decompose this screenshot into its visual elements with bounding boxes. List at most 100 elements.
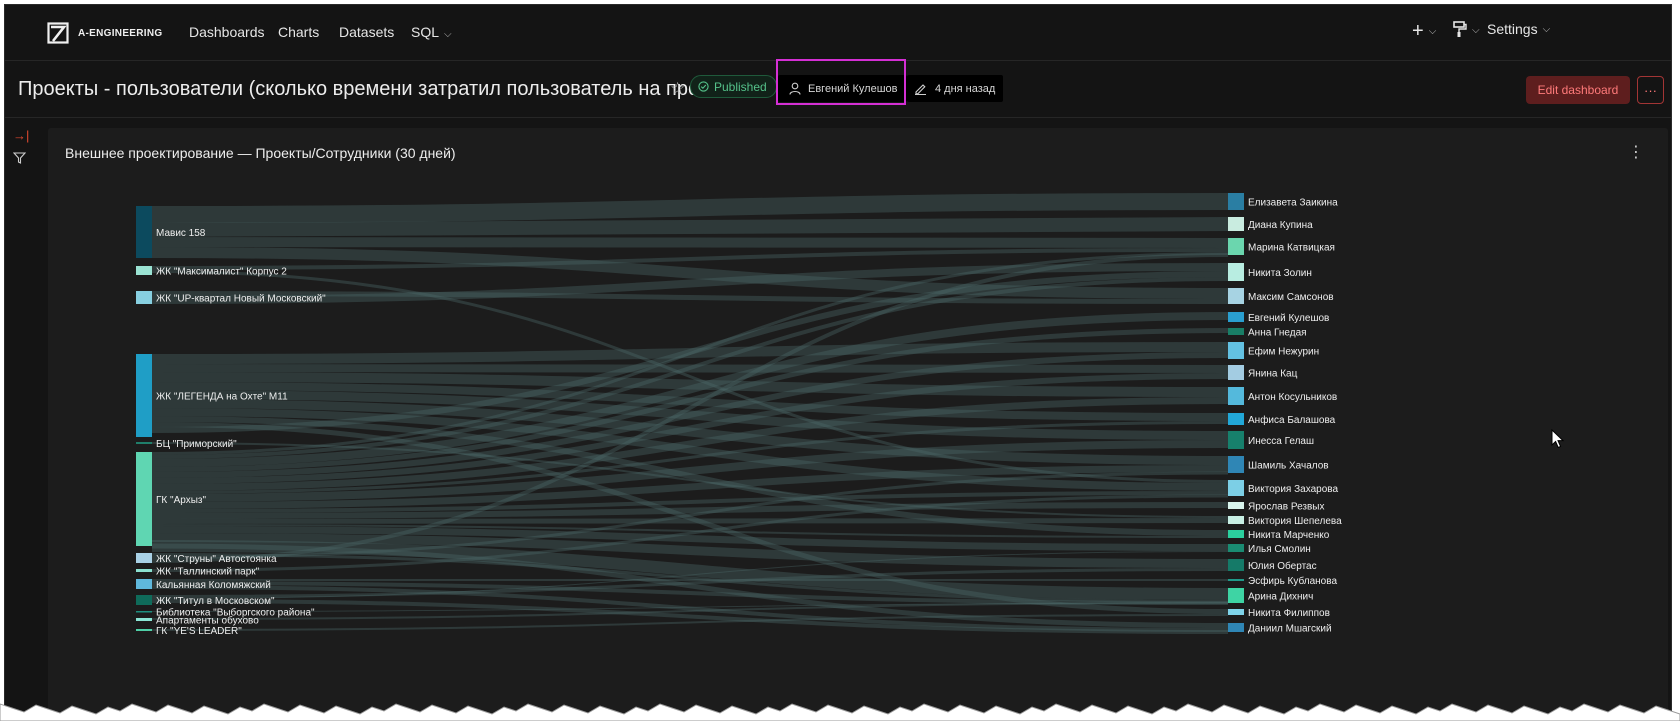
- source-label: БЦ "Приморский": [156, 439, 237, 450]
- target-label: Никита Филиппов: [1248, 608, 1330, 619]
- source-label: ЖК "UP-квартал Новый Московский": [156, 294, 326, 305]
- source-node[interactable]: [136, 291, 152, 304]
- plus-icon: +: [1412, 20, 1424, 42]
- source-node[interactable]: [136, 629, 152, 631]
- sankey-chart: Мавис 158 ЖК "Максималист" Корпус 2 ЖК "UP…: [136, 193, 1342, 637]
- target-node[interactable]: [1228, 312, 1244, 322]
- target-label: Марина Катвицкая: [1248, 243, 1335, 254]
- chevron-down-icon: ⌵: [1472, 25, 1480, 36]
- owner-name: Евгений Кулешов: [808, 82, 898, 95]
- source-node[interactable]: [136, 452, 152, 546]
- check-circle-icon: [698, 81, 709, 92]
- settings-label: Settings: [1487, 21, 1538, 37]
- nav-sql[interactable]: SQL ⌵: [411, 24, 452, 40]
- source-node[interactable]: [136, 611, 152, 613]
- target-node[interactable]: [1228, 263, 1244, 281]
- paint-roller-icon: [1453, 21, 1467, 40]
- top-navbar: A-ENGINEERING Dashboards Charts Datasets…: [5, 5, 1671, 61]
- target-label: Ярослав Резвых: [1248, 502, 1325, 513]
- source-label: Апартаменты обухово: [156, 615, 259, 627]
- target-label: Анна Гнедая: [1248, 328, 1307, 339]
- target-node[interactable]: [1228, 579, 1244, 581]
- target-node[interactable]: [1228, 288, 1244, 304]
- source-label: ГК "YE'S LEADER": [156, 626, 242, 637]
- source-node[interactable]: [136, 266, 152, 275]
- status-label: Published: [714, 79, 767, 94]
- chevron-down-icon: ⌵: [444, 29, 452, 40]
- source-node[interactable]: [136, 595, 152, 605]
- target-label: Евгений Кулешов: [1248, 313, 1329, 324]
- source-node[interactable]: [136, 354, 152, 437]
- nav-datasets[interactable]: Datasets: [339, 24, 394, 40]
- source-node[interactable]: [136, 442, 152, 444]
- source-label: ЖК "ЛЕГЕНДА на Охте" М11: [156, 392, 288, 403]
- target-node[interactable]: [1228, 413, 1244, 425]
- sankey-link: [151, 217, 1229, 237]
- theme-menu[interactable]: ⌵: [1453, 21, 1480, 40]
- chevron-down-icon: ⌵: [1428, 25, 1437, 37]
- source-label: ЖК "Струны" Автостоянка: [156, 554, 277, 565]
- target-node[interactable]: [1228, 456, 1244, 473]
- target-node[interactable]: [1228, 530, 1244, 538]
- source-label: Мавис 158: [156, 228, 206, 239]
- source-label: ЖК "Титул в Московском": [156, 596, 275, 607]
- target-label: Инесса Гелаш: [1248, 436, 1314, 447]
- source-label: Кальянная Коломяжский: [156, 580, 271, 591]
- source-node[interactable]: [136, 206, 152, 258]
- target-node[interactable]: [1228, 193, 1244, 210]
- nav-charts[interactable]: Charts: [278, 24, 319, 40]
- app-window: A-ENGINEERING Dashboards Charts Datasets…: [4, 4, 1672, 714]
- target-label: Диана Купина: [1248, 220, 1313, 231]
- target-node[interactable]: [1228, 623, 1244, 632]
- torn-edge: [0, 703, 1680, 721]
- edit-dashboard-button[interactable]: Edit dashboard: [1526, 76, 1630, 104]
- target-label: Анфиса Балашова: [1248, 414, 1336, 426]
- settings-menu[interactable]: Settings ⌵: [1487, 21, 1550, 37]
- modified-chip[interactable]: 4 дня назад: [907, 75, 1003, 102]
- target-label: Антон Косульников: [1248, 392, 1337, 403]
- chevron-down-icon: ⌵: [1542, 23, 1551, 35]
- sankey-link: [151, 193, 1229, 223]
- expand-filters-icon[interactable]: →|: [13, 128, 29, 143]
- logo-icon: [47, 22, 69, 44]
- star-icon[interactable]: ☆: [670, 79, 685, 99]
- target-label: Максим Самсонов: [1248, 292, 1334, 303]
- target-node[interactable]: [1228, 588, 1244, 603]
- more-options-button[interactable]: ···: [1637, 76, 1664, 104]
- target-label: Виктория Шепелева: [1248, 516, 1342, 527]
- dashboard-title[interactable]: Проекты - пользователи (сколько времени …: [18, 78, 730, 101]
- target-node[interactable]: [1228, 502, 1244, 509]
- target-label: Юлия Обертас: [1248, 560, 1317, 572]
- target-node[interactable]: [1228, 480, 1244, 496]
- target-node[interactable]: [1228, 238, 1244, 255]
- target-node[interactable]: [1228, 609, 1244, 615]
- target-node[interactable]: [1228, 559, 1244, 571]
- source-node[interactable]: [136, 553, 152, 563]
- target-node[interactable]: [1228, 365, 1244, 380]
- filter-icon[interactable]: [12, 152, 27, 167]
- source-node[interactable]: [136, 579, 152, 589]
- source-node[interactable]: [136, 618, 152, 621]
- target-node[interactable]: [1228, 328, 1244, 335]
- add-menu[interactable]: + ⌵: [1412, 21, 1436, 41]
- target-node[interactable]: [1228, 217, 1244, 231]
- user-icon: [789, 82, 801, 95]
- nav-dashboards[interactable]: Dashboards: [189, 24, 265, 40]
- target-label: Шамиль Хачалов: [1248, 461, 1329, 472]
- dashboard-header: Проекты - пользователи (сколько времени …: [5, 61, 1671, 118]
- mouse-cursor-icon: [1551, 429, 1565, 449]
- status-badge[interactable]: Published: [690, 75, 777, 98]
- brand-name: A-ENGINEERING: [78, 27, 163, 39]
- target-node[interactable]: [1228, 516, 1244, 524]
- target-node[interactable]: [1228, 544, 1244, 552]
- target-label: Даниил Мшагский: [1248, 624, 1332, 635]
- target-node[interactable]: [1228, 387, 1244, 405]
- target-label: Эсфирь Кубланова: [1248, 575, 1337, 587]
- target-node[interactable]: [1228, 342, 1244, 359]
- source-label: ГК "Архыз": [156, 495, 206, 506]
- owner-chip[interactable]: Евгений Кулешов: [778, 75, 907, 102]
- source-node[interactable]: [136, 569, 152, 572]
- target-node[interactable]: [1228, 431, 1244, 449]
- brand-logo[interactable]: A-ENGINEERING: [47, 20, 162, 46]
- edit-pencil-icon: [914, 82, 927, 95]
